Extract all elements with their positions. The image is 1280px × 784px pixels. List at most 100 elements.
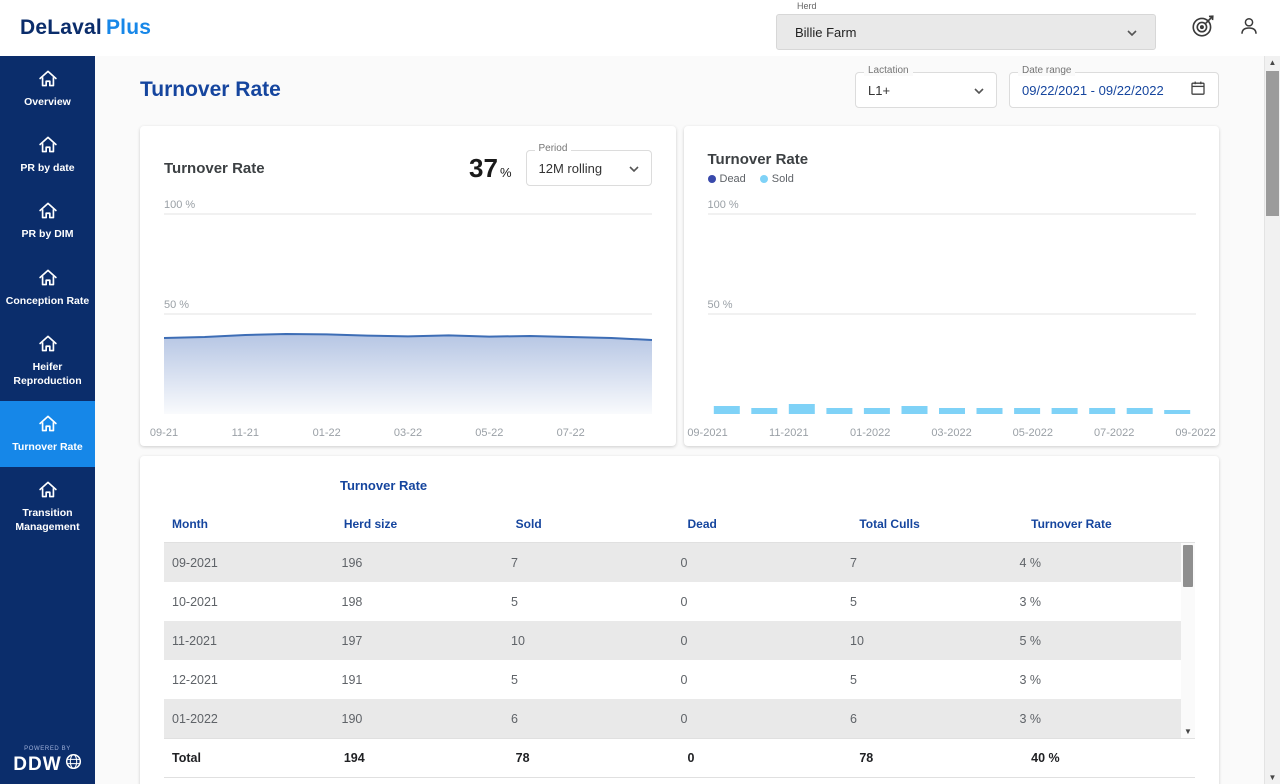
home-icon <box>38 414 58 433</box>
rolling-area-chart: 100 %50 % <box>164 200 652 421</box>
x-axis-label: 09-21 <box>150 427 178 439</box>
sidebar-item-label: Turnover Rate <box>12 440 82 454</box>
table-column-header: Month <box>164 517 336 531</box>
sidebar-item-overview[interactable]: Overview <box>0 56 95 122</box>
dartboard-icon-button[interactable] <box>1186 11 1220 45</box>
monthly-chart-card: Turnover Rate Dead Sold 100 %50 % 09-2021… <box>684 126 1220 446</box>
table-total-cell: 0 <box>679 751 851 765</box>
table-total-row: Total1947807840 % <box>164 738 1195 778</box>
legend-item-dead[interactable]: Dead <box>708 173 746 185</box>
table-cell: 197 <box>334 634 504 648</box>
table-cell: 198 <box>334 595 504 609</box>
sidebar-item-conception-rate[interactable]: Conception Rate <box>0 255 95 321</box>
herd-select[interactable]: Herd Billie Farm <box>776 14 1156 50</box>
sidebar-item-pr-by-dim[interactable]: PR by DIM <box>0 188 95 254</box>
table-cell: 0 <box>673 712 843 726</box>
period-select-label: Period <box>535 143 572 154</box>
user-profile-button[interactable] <box>1232 11 1266 45</box>
sold-bar <box>901 406 927 414</box>
home-icon <box>38 334 58 353</box>
x-axis-label: 11-2021 <box>769 427 809 439</box>
sidebar-item-label: Heifer Reproduction <box>5 360 90 388</box>
table-card: Turnover Rate MonthHerd sizeSoldDeadTota… <box>140 456 1219 784</box>
globe-icon <box>65 753 82 776</box>
chevron-down-icon <box>974 81 984 99</box>
date-range-input[interactable]: Date range 09/22/2021 - 09/22/2022 <box>1009 72 1219 108</box>
period-select[interactable]: Period 12M rolling <box>526 150 652 186</box>
period-select-value: 12M rolling <box>539 161 629 176</box>
monthly-chart-x-axis: 09-202111-202101-202203-202205-202207-20… <box>708 423 1196 443</box>
top-header: DeLavalPlus Herd Billie Farm <box>0 0 1280 56</box>
table-cell: 0 <box>673 634 843 648</box>
table-cell: 5 <box>842 673 1012 687</box>
sidebar-item-transition-management[interactable]: Transition Management <box>0 467 95 547</box>
herd-select-value: Billie Farm <box>795 25 1127 40</box>
x-axis-label: 07-2022 <box>1094 427 1134 439</box>
sidebar-item-label: Overview <box>24 95 71 109</box>
sold-bar <box>751 408 777 414</box>
table-row: 09-20211967074 % <box>164 543 1181 582</box>
lactation-select-label: Lactation <box>864 65 913 76</box>
turnover-kpi: 37 % <box>469 153 511 184</box>
chart-canvas <box>164 200 652 416</box>
y-axis-label: 50 % <box>708 299 733 311</box>
sidebar-item-label: Conception Rate <box>6 294 89 308</box>
sidebar-item-turnover-rate[interactable]: Turnover Rate <box>0 401 95 467</box>
y-axis-label: 50 % <box>164 299 189 311</box>
sold-bar <box>1126 408 1152 414</box>
table-total-cell: 78 <box>508 751 680 765</box>
legend-label: Dead <box>720 173 746 185</box>
table-body: 09-20211967074 %10-20211985053 %11-20211… <box>164 543 1181 738</box>
page-scrollbar-thumb[interactable] <box>1266 71 1279 216</box>
turnover-kpi-value: 37 <box>469 153 498 184</box>
powered-by-logo: POWERED BY DDW <box>0 746 95 784</box>
x-axis-label: 01-22 <box>313 427 341 439</box>
x-axis-label: 03-22 <box>394 427 422 439</box>
sidebar-item-label: PR by DIM <box>22 227 74 241</box>
table-scrollbar-down-arrow[interactable]: ▼ <box>1181 727 1195 737</box>
sold-bar <box>1164 410 1190 414</box>
x-axis-label: 05-22 <box>475 427 503 439</box>
page-scrollbar-down-arrow[interactable]: ▼ <box>1265 773 1280 782</box>
sold-bar <box>1014 408 1040 414</box>
home-icon <box>38 201 58 220</box>
table-row: 12-20211915053 % <box>164 660 1181 699</box>
monthly-bar-chart: 100 %50 % <box>708 200 1196 421</box>
table-column-header: Dead <box>679 517 851 531</box>
app-logo: DeLavalPlus <box>14 16 151 40</box>
table-total-cell: Total <box>164 751 336 765</box>
table-column-header: Sold <box>508 517 680 531</box>
x-axis-label: 11-21 <box>232 427 259 439</box>
table-total-cell: 194 <box>336 751 508 765</box>
logo-secondary: Plus <box>106 16 151 39</box>
lactation-select-value: L1+ <box>868 83 974 98</box>
page-scrollbar[interactable]: ▲ ▼ <box>1264 56 1280 784</box>
x-axis-label: 09-2021 <box>687 427 727 439</box>
table-cell: 7 <box>503 556 673 570</box>
table-cell: 7 <box>842 556 1012 570</box>
table-cell: 6 <box>503 712 673 726</box>
logo-primary: DeLaval <box>20 16 102 39</box>
lactation-select[interactable]: Lactation L1+ <box>855 72 997 108</box>
monthly-chart-title: Turnover Rate <box>708 151 809 168</box>
area-fill <box>164 334 652 414</box>
table-cell: 3 % <box>1012 712 1182 726</box>
page-scrollbar-up-arrow[interactable]: ▲ <box>1265 58 1280 67</box>
x-axis-label: 09-2022 <box>1175 427 1215 439</box>
table-header-row: MonthHerd sizeSoldDeadTotal CullsTurnove… <box>164 509 1195 543</box>
table-cell: 5 <box>503 673 673 687</box>
table-cell: 01-2022 <box>164 712 334 726</box>
sidebar-item-heifer-reproduction[interactable]: Heifer Reproduction <box>0 321 95 401</box>
sidebar: Overview PR by date PR by DIM Conception Ra… <box>0 56 95 784</box>
page-title: Turnover Rate <box>140 78 281 102</box>
sidebar-item-label: Transition Management <box>5 506 90 534</box>
table-scrollbar[interactable]: ▼ <box>1181 543 1195 738</box>
sold-bar <box>939 408 965 414</box>
table-cell: 3 % <box>1012 595 1182 609</box>
table-cell: 5 <box>842 595 1012 609</box>
table-scrollbar-thumb[interactable] <box>1183 545 1193 587</box>
user-icon <box>1237 14 1261 43</box>
sidebar-item-pr-by-date[interactable]: PR by date <box>0 122 95 188</box>
chevron-down-icon <box>1127 23 1137 41</box>
legend-item-sold[interactable]: Sold <box>760 173 794 185</box>
